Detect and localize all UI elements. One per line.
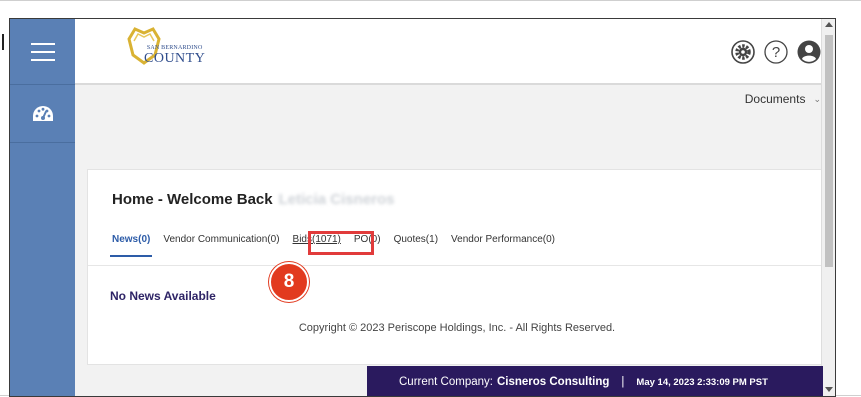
question-circle-icon[interactable]: ? [764, 40, 788, 64]
text-cursor [2, 34, 4, 50]
company-prefix: Current Company: [399, 376, 493, 388]
header-icons: ? [731, 40, 821, 64]
empty-news-message: No News Available [110, 289, 216, 303]
tab-quotes[interactable]: Quotes(1) [394, 228, 438, 264]
tab-vendor-communication[interactable]: Vendor Communication(0) [163, 228, 279, 264]
svg-text:?: ? [772, 44, 780, 61]
dashboard-gauge-icon[interactable] [10, 85, 75, 143]
sidebar [10, 19, 75, 396]
hamburger-icon[interactable] [10, 19, 75, 85]
home-tabs: News(0) Vendor Communication(0) Bids(107… [88, 228, 826, 266]
home-card: Home - Welcome Back Leticia Cisneros New… [87, 169, 827, 365]
vertical-scrollbar[interactable] [821, 19, 835, 396]
scroll-down-arrow-icon[interactable] [825, 387, 833, 392]
status-datetime: May 14, 2023 2:33:09 PM PST [636, 376, 768, 388]
documents-dropdown[interactable]: Documents ⌄ [745, 92, 821, 106]
welcome-text: Home - Welcome Back [112, 191, 273, 208]
scrollbar-thumb[interactable] [825, 35, 833, 267]
status-separator: | [621, 376, 625, 388]
tab-news[interactable]: News(0) [109, 228, 153, 264]
county-logo[interactable]: SAN BERNARDINO COUNTY [125, 25, 205, 67]
page-title: Home - Welcome Back Leticia Cisneros [112, 191, 395, 208]
company-status-bar: Current Company: Cisneros Consulting | M… [367, 366, 823, 396]
top-header: SAN BERNARDINO COUNTY ? [75, 19, 835, 85]
step-badge: 8 [269, 262, 309, 302]
chevron-down-icon: ⌄ [813, 93, 821, 104]
app-window: SAN BERNARDINO COUNTY ? Documents ⌄ Home… [9, 18, 836, 397]
documents-label: Documents [744, 92, 806, 106]
copyright-text: Copyright © 2023 Periscope Holdings, Inc… [298, 322, 616, 334]
user-name: Leticia Cisneros [278, 191, 395, 208]
scroll-up-arrow-icon[interactable] [825, 22, 833, 27]
logo-big-text: COUNTY [144, 51, 206, 66]
tab-vendor-performance[interactable]: Vendor Performance(0) [451, 228, 555, 264]
bids-highlight-box [308, 231, 374, 255]
company-name: Cisneros Consulting [496, 376, 610, 388]
screenshot-frame: SAN BERNARDINO COUNTY ? Documents ⌄ Home… [0, 0, 861, 397]
user-avatar-icon[interactable] [797, 40, 821, 64]
gear-icon[interactable] [731, 40, 755, 64]
